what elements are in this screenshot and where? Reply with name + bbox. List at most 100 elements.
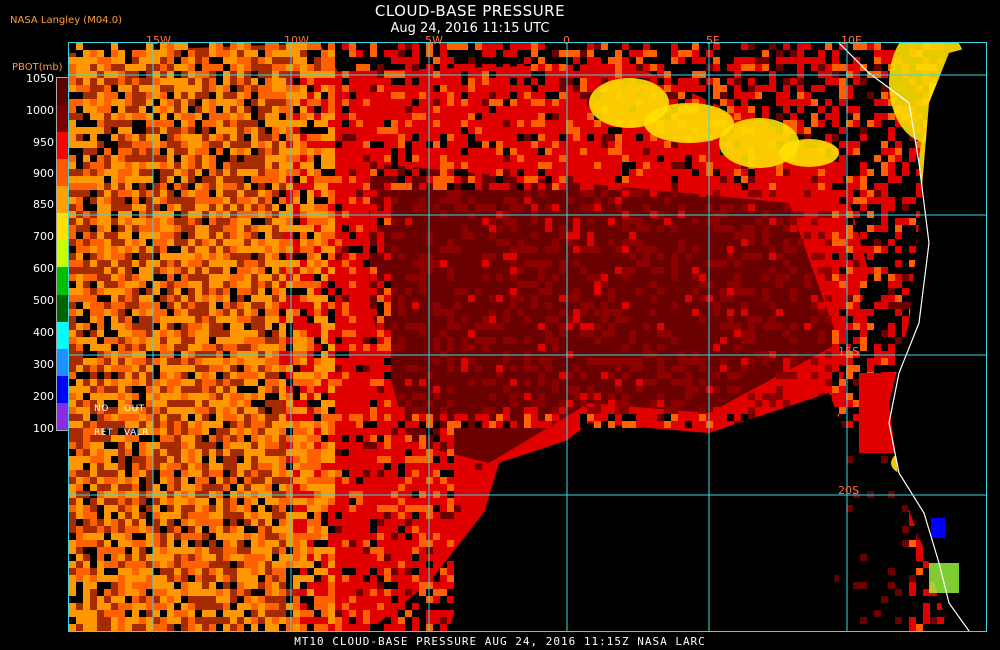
cloud-cell — [139, 218, 146, 225]
cloud-cell — [258, 526, 265, 533]
cloud-cell — [860, 78, 867, 85]
cloud-cell — [76, 484, 83, 491]
cloud-cell — [293, 561, 300, 568]
cloud-cell — [636, 225, 643, 232]
cloud-cell — [300, 127, 307, 134]
cloud-cell — [433, 120, 440, 127]
cloud-cell — [825, 176, 832, 183]
cloud-cell — [188, 435, 195, 442]
cloud-cell — [636, 57, 643, 64]
cloud-cell — [286, 239, 293, 246]
cloud-cell — [90, 176, 97, 183]
cloud-cell — [839, 78, 846, 85]
cloud-cell — [391, 106, 398, 113]
cloud-cell — [69, 372, 76, 379]
cloud-cell — [125, 85, 132, 92]
cloud-cell — [594, 421, 601, 428]
cloud-cell — [76, 365, 83, 372]
cloud-cell — [90, 358, 97, 365]
cloud-cell — [657, 330, 664, 337]
cloud-cell — [853, 197, 860, 204]
cloud-cell — [391, 50, 398, 57]
cloud-cell — [755, 85, 762, 92]
cloud-cell — [237, 239, 244, 246]
cloud-cell — [258, 78, 265, 85]
cloud-cell — [272, 267, 279, 274]
cloud-cell — [97, 50, 104, 57]
cloud-cell — [349, 225, 356, 232]
cloud-cell — [237, 155, 244, 162]
cloud-cell — [146, 50, 153, 57]
cloud-cell — [748, 85, 755, 92]
cloud-cell — [531, 281, 538, 288]
cloud-cell — [531, 162, 538, 169]
cloud-cell — [83, 274, 90, 281]
cloud-cell — [447, 309, 454, 316]
cloud-cell — [188, 218, 195, 225]
cloud-cell — [608, 309, 615, 316]
cloud-cell — [741, 204, 748, 211]
cloud-cell — [874, 344, 881, 351]
cloud-cell — [97, 57, 104, 64]
cloud-cell — [230, 316, 237, 323]
cloud-cell — [433, 183, 440, 190]
cloud-cell — [713, 372, 720, 379]
cloud-cell — [118, 162, 125, 169]
cloud-cell — [286, 323, 293, 330]
cloud-cell — [300, 267, 307, 274]
cloud-cell — [125, 393, 132, 400]
cloud-cell — [643, 225, 650, 232]
cloud-cell — [90, 57, 97, 64]
cloud-cell — [195, 554, 202, 561]
cloud-cell — [377, 470, 384, 477]
cloud-cell — [545, 204, 552, 211]
cloud-cell — [671, 162, 678, 169]
cloud-cell — [286, 260, 293, 267]
cloud-cell — [797, 78, 804, 85]
cloud-cell — [160, 120, 167, 127]
cloud-cell — [391, 554, 398, 561]
cloud-cell — [118, 169, 125, 176]
cloud-cell — [601, 43, 608, 50]
cloud-cell — [391, 155, 398, 162]
cloud-cell — [762, 106, 769, 113]
cloud-cell — [874, 288, 881, 295]
cloud-cell — [398, 512, 405, 519]
cloud-cell — [748, 176, 755, 183]
cloud-cell — [188, 519, 195, 526]
cloud-cell — [153, 484, 160, 491]
cloud-cell — [230, 505, 237, 512]
cloud-cell — [300, 57, 307, 64]
cloud-cell — [370, 190, 377, 197]
cloud-cell — [251, 540, 258, 547]
cloud-cell — [398, 533, 405, 540]
cloud-cell — [244, 337, 251, 344]
cloud-cell — [132, 127, 139, 134]
cloud-cell — [510, 246, 517, 253]
cloud-cell — [860, 190, 867, 197]
cloud-cell — [692, 57, 699, 64]
cloud-cell — [412, 463, 419, 470]
product-timestamp: Aug 24, 2016 11:15 UTC — [390, 21, 550, 36]
cloud-cell — [83, 330, 90, 337]
cloud-cell — [293, 64, 300, 71]
cloud-cell — [363, 204, 370, 211]
cloud-cell — [510, 379, 517, 386]
cloud-cell — [454, 141, 461, 148]
cloud-cell — [216, 253, 223, 260]
cloud-cell — [139, 358, 146, 365]
cloud-cell — [545, 337, 552, 344]
cloud-cell — [440, 134, 447, 141]
cloud-cell — [251, 337, 258, 344]
cloud-cell — [321, 295, 328, 302]
cloud-cell — [622, 302, 629, 309]
cloud-cell — [83, 232, 90, 239]
cloud-cell — [272, 309, 279, 316]
cloud-cell — [524, 260, 531, 267]
cloud-cell — [146, 393, 153, 400]
cloud-cell — [223, 260, 230, 267]
cloud-cell — [223, 484, 230, 491]
cloud-cell — [314, 50, 321, 57]
cloud-cell — [832, 295, 839, 302]
cloud-cell — [482, 134, 489, 141]
